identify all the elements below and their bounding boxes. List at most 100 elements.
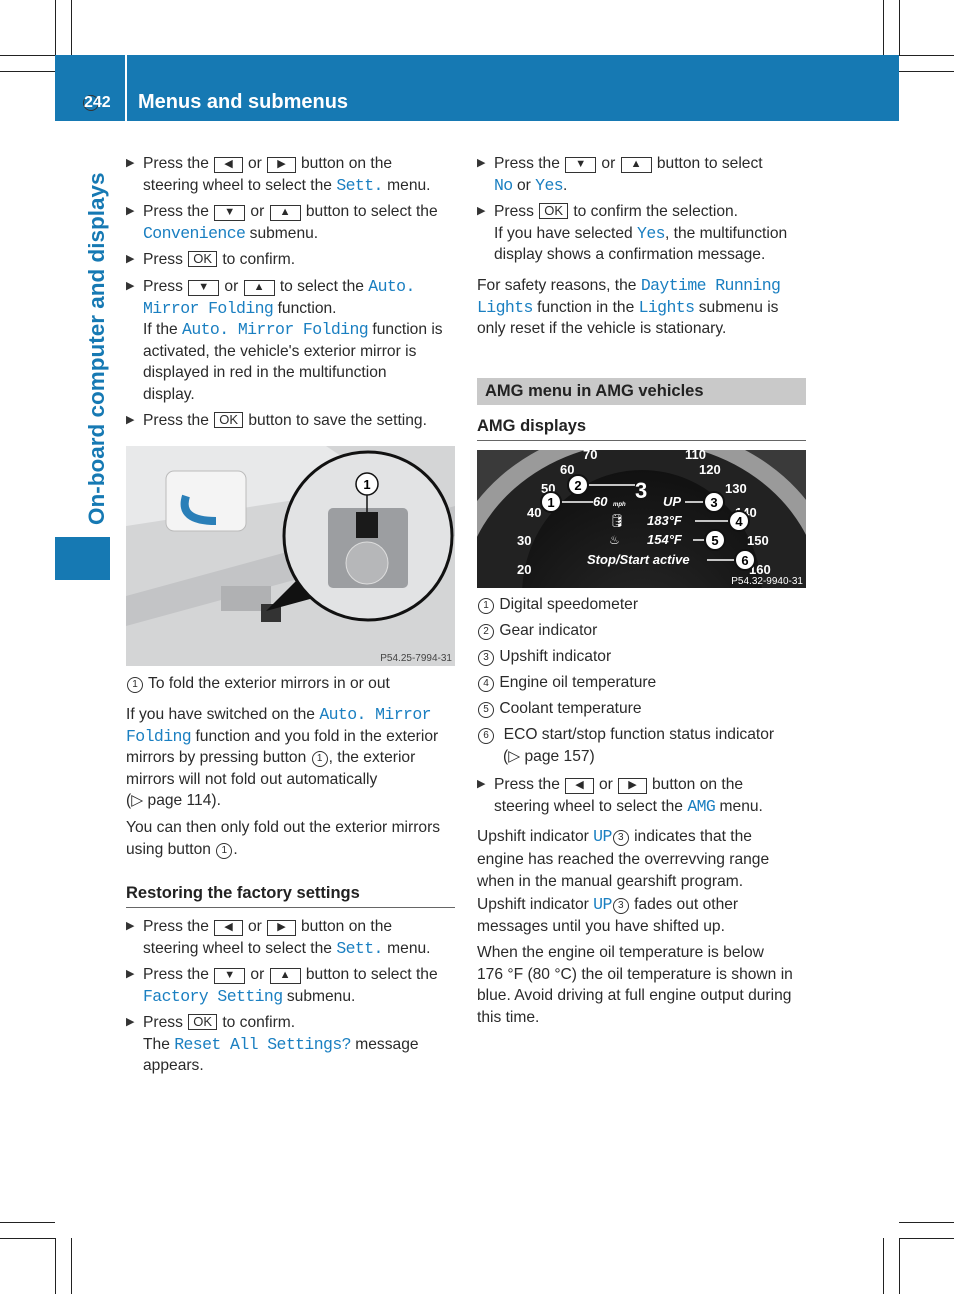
step: ▶ Press OK to confirm the selection. If yo… xyxy=(477,201,834,266)
steering-button-symbol: ▲ xyxy=(269,968,301,984)
scale-label: 150 xyxy=(747,533,769,548)
callout-number: 4 xyxy=(478,676,494,692)
callout-number: 1 xyxy=(127,677,143,693)
display-text: Lights xyxy=(638,297,695,317)
text: If you have switched on the xyxy=(126,706,320,723)
text: button to select the xyxy=(301,203,438,220)
step-bullet-icon: ▶ xyxy=(126,205,135,217)
text: menu. xyxy=(382,176,431,194)
text: If you have selected xyxy=(494,224,638,242)
step-bullet-icon: ▶ xyxy=(126,280,135,292)
text: menu. xyxy=(715,797,763,815)
text: steering wheel to select the xyxy=(143,176,337,194)
scale-label: 20 xyxy=(517,562,531,577)
text: button on the xyxy=(647,776,744,793)
text: Press the xyxy=(494,776,565,793)
oil-can-icon: 🛢 xyxy=(609,513,626,528)
text: to confirm the selection. xyxy=(569,203,739,220)
text: Press xyxy=(143,1014,188,1031)
figure-legend: 1 To fold the exterior mirrors in or out xyxy=(126,673,466,695)
text: Press the xyxy=(143,412,214,429)
text: fades out other xyxy=(629,895,739,913)
callout-number: 3 xyxy=(478,650,494,666)
text: menu. xyxy=(382,939,431,957)
legend-item: 1 Digital speedometer xyxy=(477,594,817,616)
text: function. xyxy=(273,299,337,317)
display-text: Auto. Mirror xyxy=(319,705,431,724)
steering-button-symbol: ▲ xyxy=(620,157,652,173)
text: activated, the vehicle's exterior mirror… xyxy=(143,342,417,360)
step: ▶ Press OK to confirm. xyxy=(126,249,483,271)
text: mirrors will not fold out automatically xyxy=(126,770,378,788)
text: or xyxy=(246,203,269,220)
figure-ref: P54.25-7994-31 xyxy=(380,653,452,664)
ok-button-symbol: OK xyxy=(188,1014,217,1030)
steering-button-symbol: ▲ xyxy=(243,280,275,296)
step-bullet-icon: ▶ xyxy=(126,920,135,932)
coolant-temp-readout: 154°F xyxy=(647,532,683,547)
chapter-tab: On-board computer and displays xyxy=(84,172,109,525)
text: appears. xyxy=(143,1057,204,1075)
text: this time. xyxy=(477,1008,540,1026)
legend-item: 4 Engine oil temperature xyxy=(477,672,817,694)
text: button to select xyxy=(652,155,763,172)
callout-label: 1 xyxy=(547,495,554,510)
callout-label: 2 xyxy=(574,478,581,493)
text: display shows a confirmation message. xyxy=(494,246,766,264)
display-text: Mirror Folding xyxy=(143,298,274,318)
text: blue. Avoid driving at full engine outpu… xyxy=(477,987,792,1005)
text: to select the xyxy=(275,278,369,295)
text: or xyxy=(243,155,267,172)
scale-label: 110 xyxy=(685,450,706,462)
paragraph: You can then only fold out the exterior … xyxy=(126,817,466,860)
page-title: Menus and submenus xyxy=(138,91,349,113)
steering-button-symbol: ◀ xyxy=(214,920,243,936)
display-text: Folding xyxy=(126,726,192,746)
scale-label: 40 xyxy=(527,505,541,520)
text: only reset if the vehicle is stationary. xyxy=(477,320,727,338)
step-bullet-icon: ▶ xyxy=(477,205,486,217)
text: 176 °F (80 °C) the oil temperature is sh… xyxy=(477,965,793,983)
text: submenu is xyxy=(694,298,779,316)
step: ▶ Press ▼ or ▲ to select the Auto. Mirror … xyxy=(126,276,483,406)
display-text: UP xyxy=(593,827,612,846)
steering-button-symbol: ▲ xyxy=(269,205,301,221)
scale-label: 30 xyxy=(517,533,531,548)
text: button on the xyxy=(296,155,393,172)
text: To fold the exterior mirrors in or out xyxy=(144,675,390,692)
speed-readout: 60 xyxy=(593,494,608,509)
text: Press xyxy=(494,203,539,220)
text: steering wheel to select the xyxy=(494,797,688,815)
ok-button-symbol: OK xyxy=(214,412,243,428)
text: Press xyxy=(143,251,188,268)
steering-button-symbol: ▼ xyxy=(214,968,246,984)
section-heading: Restoring the factory settings xyxy=(126,884,360,902)
step: ▶ Press the ▼ or ▲ button to select No or … xyxy=(477,153,834,196)
display-text: UP xyxy=(593,894,612,914)
callout-label: 5 xyxy=(711,533,718,548)
page-header: 242 Menus and submenus xyxy=(55,55,899,121)
page-number: 242 xyxy=(83,94,111,111)
step: ▶ Press the ▼ or ▲ button to select the Co… xyxy=(126,201,483,244)
text: Press the xyxy=(143,918,214,935)
text: engine has reached the overrevving range xyxy=(477,850,770,868)
steering-button-symbol: ◀ xyxy=(214,157,243,173)
paragraph: When the engine oil temperature is below… xyxy=(477,942,817,1028)
steering-button-symbol: ▼ xyxy=(188,280,220,296)
step-bullet-icon: ▶ xyxy=(477,157,486,169)
scale-label: 130 xyxy=(725,481,747,496)
text: mirrors by pressing button xyxy=(126,749,311,767)
mirror-switch-figure: 1 P54.25-7994-31 xyxy=(126,446,455,666)
text: Gear indicator xyxy=(495,622,598,639)
manual-page: 242 Menus and submenus On-board computer… xyxy=(0,0,954,1294)
text: For safety reasons, the xyxy=(477,277,641,294)
display-text: AMG xyxy=(687,796,716,816)
section-heading: AMG displays xyxy=(477,417,587,435)
scale-label: 120 xyxy=(699,462,721,477)
step: ▶ Press the OK button to save the setting… xyxy=(126,410,483,432)
step-bullet-icon: ▶ xyxy=(126,253,135,265)
header-divider xyxy=(125,55,127,121)
steering-button-symbol: ▶ xyxy=(618,778,647,794)
steering-button-symbol: ▶ xyxy=(267,920,296,936)
step-bullet-icon: ▶ xyxy=(126,968,135,980)
